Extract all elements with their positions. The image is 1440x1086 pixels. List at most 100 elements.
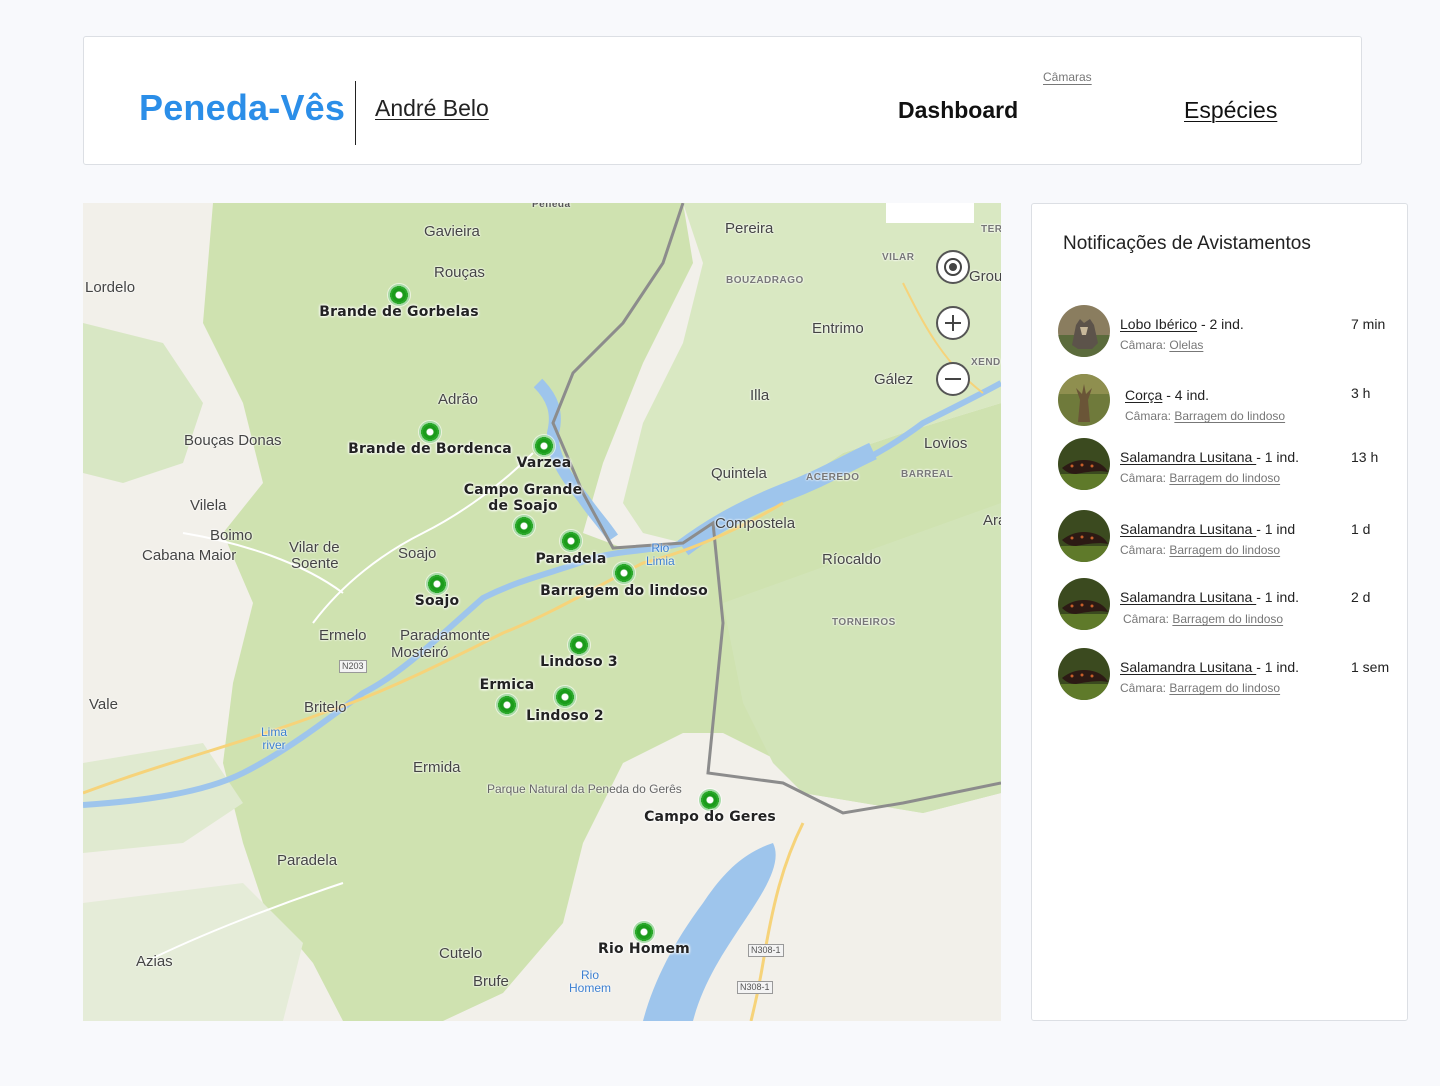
camera-label: Lindoso 3 [540, 654, 618, 670]
camera-label: Ermica [479, 677, 535, 693]
place-ter: TER [981, 224, 1001, 235]
place-riocaldo: Ríocaldo [822, 551, 882, 568]
notification-time: 1 sem [1351, 659, 1390, 675]
notification-text: Salamandra Lusitana - 1 ind. [1120, 589, 1300, 605]
camera-marker[interactable] [633, 921, 655, 943]
place-xend: XEND [971, 357, 1001, 368]
place-boimo: Boimo [210, 527, 253, 544]
notification-camera: Câmara: Barragem do lindoso [1120, 471, 1281, 485]
species-link[interactable]: Corça [1125, 387, 1162, 403]
camera-label: Rio Homem [598, 941, 690, 957]
camera-marker[interactable] [699, 789, 721, 811]
layer-toggle[interactable] [886, 203, 974, 223]
camera-label: Varzea [516, 455, 572, 471]
species-link[interactable]: Salamandra Lusitana [1120, 449, 1256, 465]
salamander-icon [1058, 510, 1110, 562]
nav-cameras[interactable]: Câmaras [1043, 70, 1092, 84]
species-link[interactable]: Lobo Ibérico [1120, 316, 1197, 332]
place-barreal: BARREAL [901, 469, 954, 480]
camera-marker[interactable] [560, 530, 582, 552]
salamander-icon [1058, 438, 1110, 490]
camera-label: Brande de Bordenca [348, 441, 512, 457]
camera-label: Brande de Gorbelas [319, 304, 479, 320]
place-gavieira: Gavieira [424, 223, 480, 240]
camera-marker[interactable] [419, 421, 441, 443]
place-lovios: Lovios [924, 435, 968, 452]
notification-item[interactable]: Salamandra Lusitana - 1 ind. Câmara: Bar… [1032, 578, 1409, 634]
notification-text: Lobo Ibérico - 2 ind. [1120, 316, 1244, 332]
river-lima-label: Lima river [261, 725, 288, 752]
place-torneiros: TORNEIROS [832, 617, 896, 628]
target-icon [944, 258, 962, 276]
notifications-panel: Notificações de Avistamentos Lobo Ibéric… [1031, 203, 1408, 1021]
place-galez: Gález [874, 371, 914, 388]
notification-time: 13 h [1351, 449, 1379, 465]
camera-marker[interactable] [388, 284, 410, 306]
species-link[interactable]: Salamandra Lusitana [1120, 521, 1256, 537]
place-mosteiro: Mosteiró [391, 644, 449, 661]
camera-link[interactable]: Barragem do lindoso [1172, 612, 1283, 626]
place-vale: Vale [89, 696, 118, 713]
camera-link[interactable]: Olelas [1169, 338, 1203, 352]
place-ermelo: Ermelo [319, 627, 367, 644]
camera-marker[interactable] [513, 515, 535, 537]
place-lordelo: Lordelo [85, 279, 136, 296]
camera-marker[interactable] [426, 573, 448, 595]
notification-camera: Câmara: Barragem do lindoso [1120, 543, 1281, 557]
notification-item[interactable]: Corça - 4 ind. Câmara: Barragem do lindo… [1032, 374, 1409, 430]
place-quintela: Quintela [711, 465, 767, 482]
camera-marker[interactable] [613, 562, 635, 584]
camera-link[interactable]: Barragem do lindoso [1169, 681, 1280, 695]
camera-marker[interactable] [533, 435, 555, 457]
place-vilela: Vilela [190, 497, 227, 514]
camera-label: Lindoso 2 [526, 708, 604, 724]
notification-camera: Câmara: Barragem do lindoso [1123, 612, 1284, 626]
river-homem-label: Rio Homem [569, 968, 612, 995]
camera-link[interactable]: Barragem do lindoso [1169, 471, 1280, 485]
place-vilar: VILAR [882, 252, 915, 263]
species-link[interactable]: Salamandra Lusitana [1120, 659, 1256, 675]
nav-dashboard[interactable]: Dashboard [898, 97, 1018, 124]
minus-icon [945, 378, 961, 380]
camera-link[interactable]: Barragem do lindoso [1174, 409, 1285, 423]
place-boucas-donas: Bouças Donas [184, 432, 282, 449]
place-ermida: Ermida [413, 759, 461, 776]
notification-item[interactable]: Salamandra Lusitana - 1 ind Câmara: Barr… [1032, 510, 1409, 566]
nav-species[interactable]: Espécies [1184, 97, 1277, 124]
road-n308-1: N308-1 [748, 944, 784, 957]
notification-text: Salamandra Lusitana - 1 ind [1120, 521, 1296, 537]
notification-text: Corça - 4 ind. [1125, 387, 1210, 403]
species-link[interactable]: Salamandra Lusitana [1120, 589, 1256, 605]
camera-label: Barragem do lindoso [540, 583, 708, 599]
wolf-icon [1058, 305, 1110, 357]
salamander-icon [1058, 578, 1110, 630]
camera-map[interactable]: Gavieira Rouças Lordelo Pereira BOUZADRA… [83, 203, 1001, 1021]
camera-marker[interactable] [554, 686, 576, 708]
place-vilar-de: Vilar de [289, 539, 340, 556]
notification-item[interactable]: Salamandra Lusitana - 1 ind. Câmara: Bar… [1032, 648, 1409, 704]
notification-item[interactable]: Salamandra Lusitana - 1 ind. Câmara: Bar… [1032, 438, 1409, 494]
camera-label: Paradela [535, 551, 607, 567]
camera-marker[interactable] [496, 694, 518, 716]
brand-divider [355, 81, 356, 145]
locate-button[interactable] [936, 250, 970, 284]
place-adrao: Adrão [438, 391, 479, 408]
notification-text: Salamandra Lusitana - 1 ind. [1120, 659, 1300, 675]
camera-marker[interactable] [568, 634, 590, 656]
notification-time: 3 h [1351, 385, 1371, 401]
zoom-out-button[interactable] [936, 362, 970, 396]
place-pereira: Pereira [725, 220, 774, 237]
notification-time: 1 d [1351, 521, 1371, 537]
place-paradamonte: Paradamonte [400, 627, 491, 644]
brand-logo[interactable]: Peneda-Vês [139, 87, 345, 129]
user-profile-link[interactable]: André Belo [375, 95, 489, 122]
notification-item[interactable]: Lobo Ibérico - 2 ind. Câmara: Olelas 7 m… [1032, 305, 1409, 361]
deer-icon [1058, 374, 1110, 426]
zoom-in-button[interactable] [936, 306, 970, 340]
place-soente: Soente [291, 555, 339, 572]
camera-link[interactable]: Barragem do lindoso [1169, 543, 1280, 557]
park-label: Parque Natural da Peneda do Gerês [487, 782, 682, 796]
camera-label: Soajo [414, 593, 460, 609]
notification-camera: Câmara: Olelas [1120, 338, 1204, 352]
top-header: Peneda-Vês André Belo Dashboard Câmaras … [83, 36, 1362, 165]
